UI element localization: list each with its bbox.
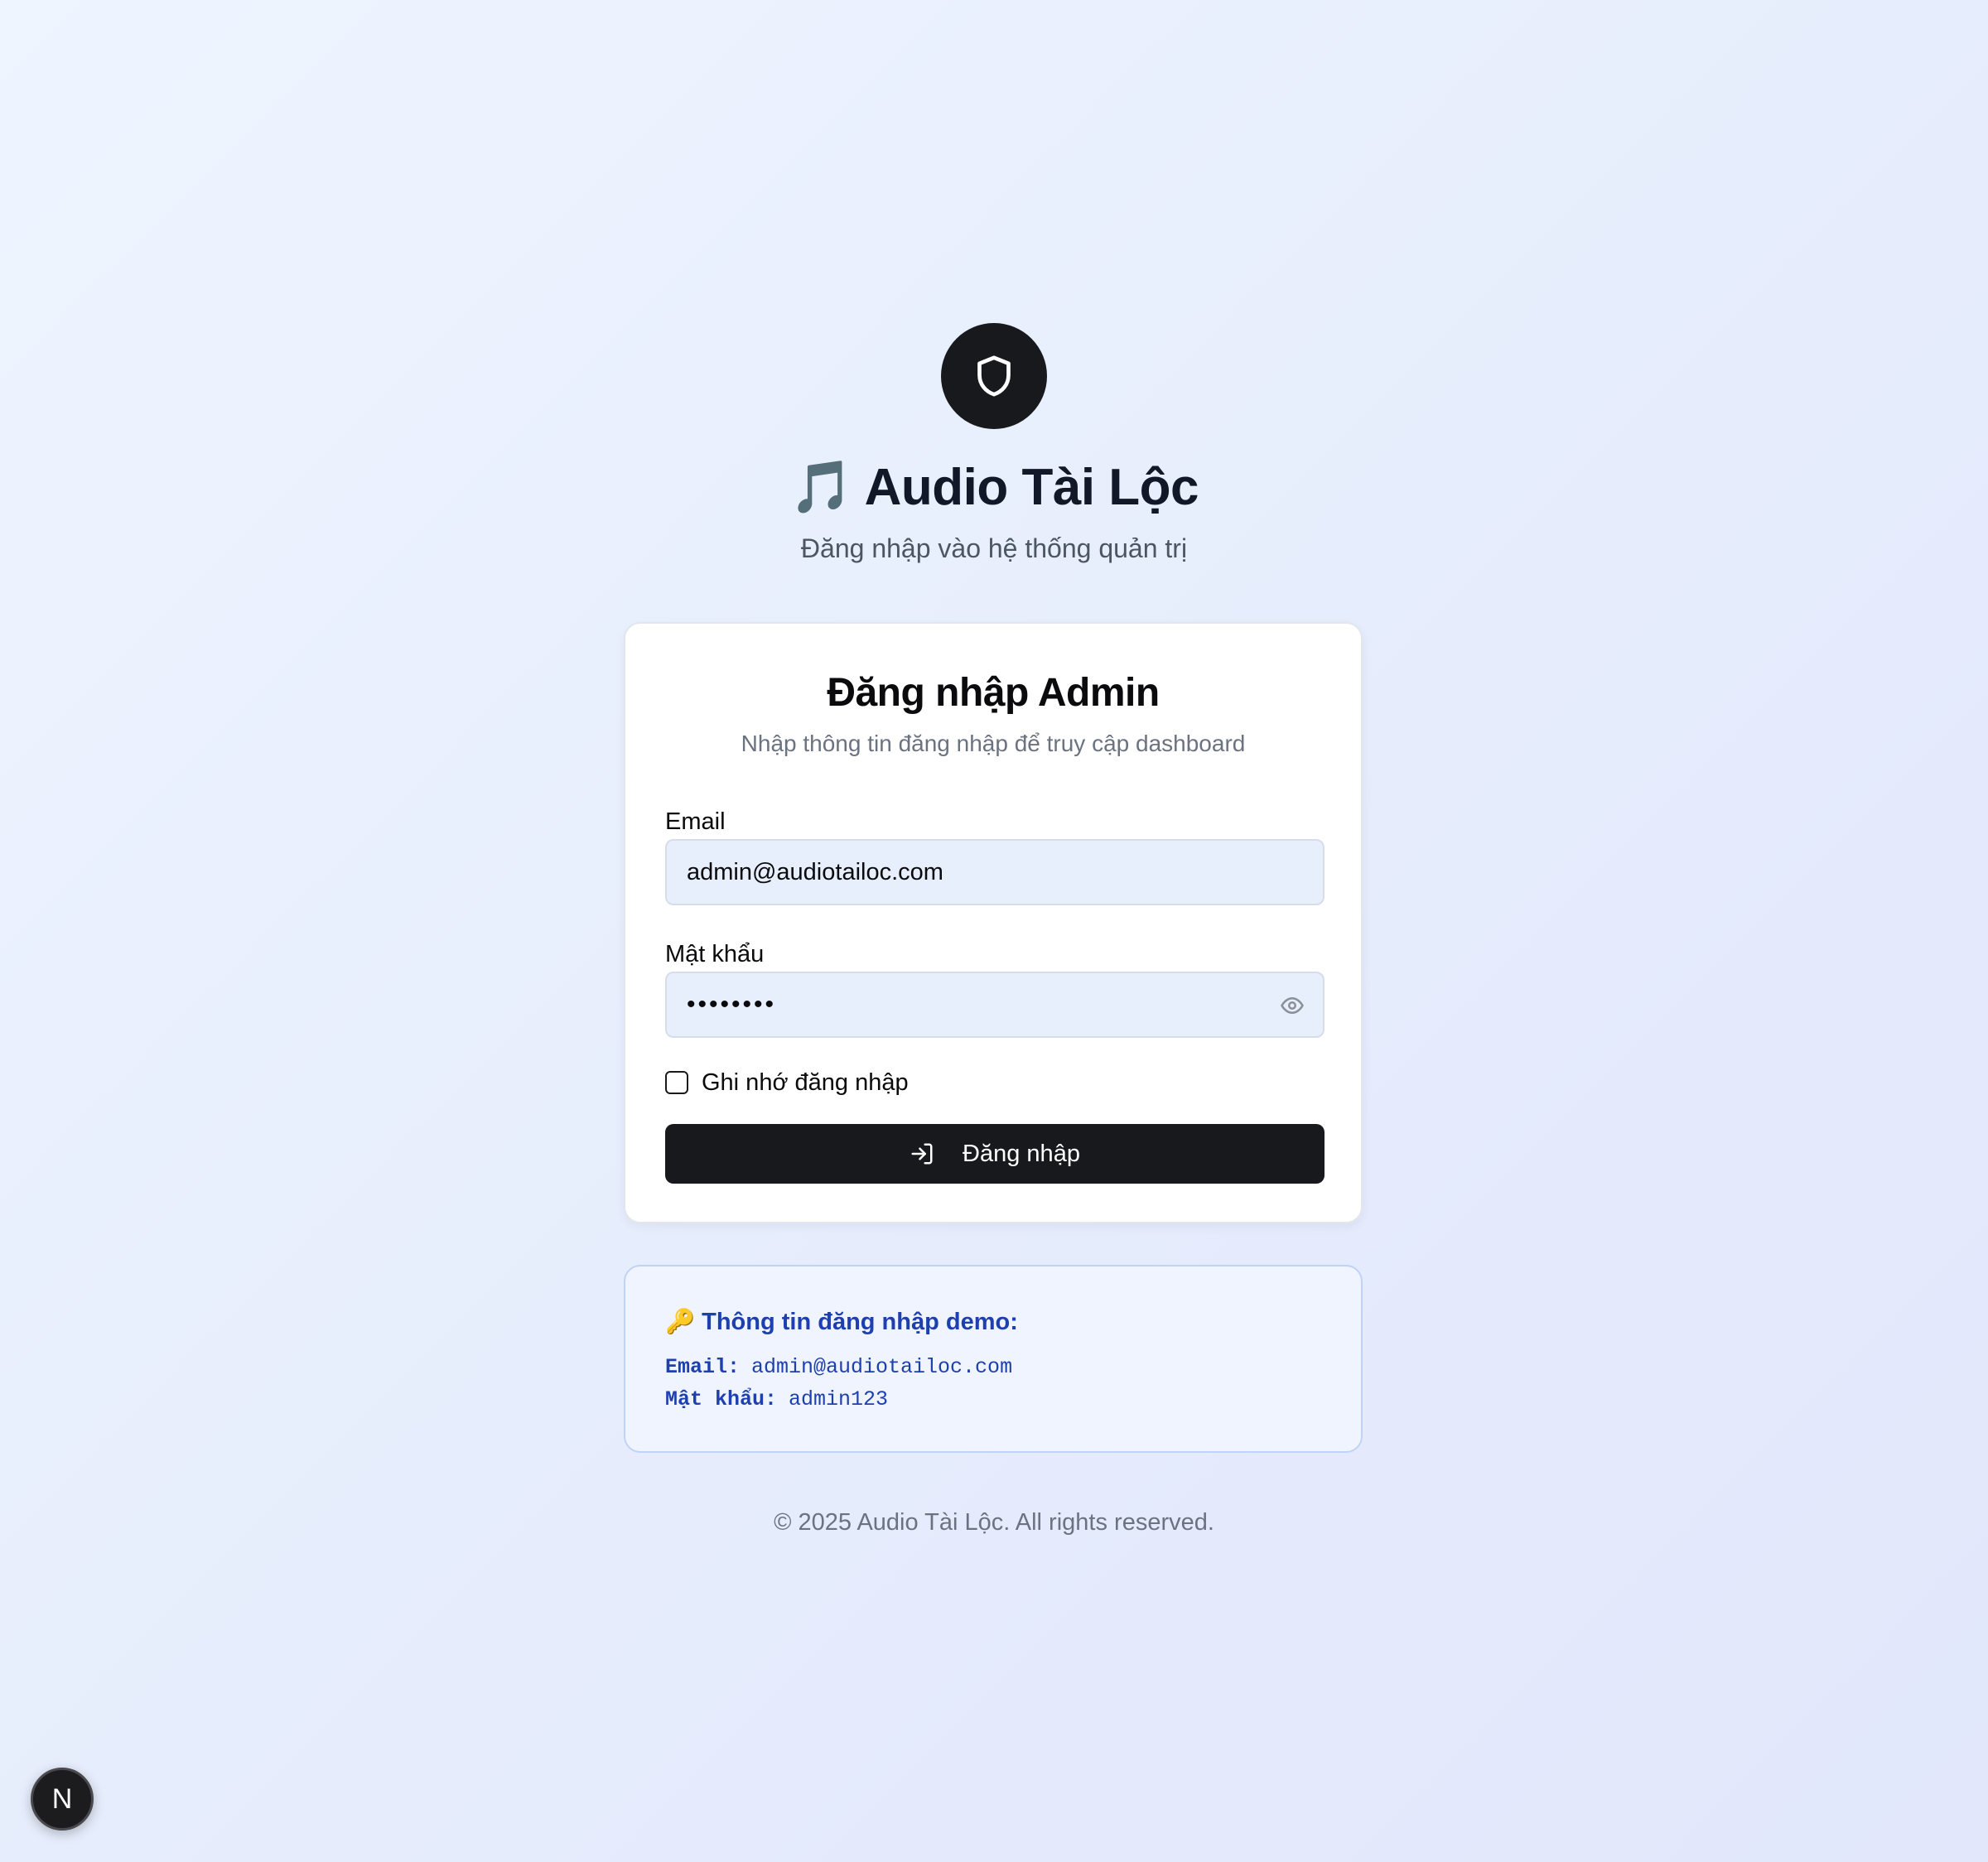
footer-copyright: © 2025 Audio Tài Lộc. All rights reserve…	[774, 1509, 1214, 1536]
demo-credentials-title: 🔑 Thông tin đăng nhập demo:	[665, 1305, 1018, 1339]
remember-me-row[interactable]: Ghi nhớ đăng nhập	[665, 1066, 909, 1099]
demo-email-value: admin@audiotailoc.com	[751, 1355, 1013, 1379]
login-page: 🎵 Audio Tài Lộc Đăng nhập vào hệ thống qu…	[0, 0, 1988, 1862]
demo-password-line: Mật khẩu: admin123	[665, 1385, 888, 1415]
password-field[interactable]: ••••••••	[665, 972, 1325, 1038]
music-note-icon: 🎵	[789, 456, 853, 517]
log-in-icon	[910, 1141, 934, 1166]
login-card: Đăng nhập Admin Nhập thông tin đăng nhập…	[624, 622, 1363, 1223]
login-card-description: Nhập thông tin đăng nhập để truy cập das…	[741, 731, 1246, 756]
app-title-text: Audio Tài Lộc	[864, 459, 1199, 516]
demo-title-text: Thông tin đăng nhập demo:	[702, 1309, 1018, 1335]
demo-password-key: Mật khẩu:	[665, 1387, 778, 1411]
password-masked-value: ••••••••	[687, 991, 777, 1018]
demo-password-value: admin123	[789, 1387, 889, 1411]
login-button-label: Đăng nhập	[963, 1140, 1080, 1167]
app-subtitle: Đăng nhập vào hệ thống quản trị	[800, 533, 1188, 563]
remember-me-label[interactable]: Ghi nhớ đăng nhập	[702, 1069, 909, 1097]
login-card-title: Đăng nhập Admin	[827, 671, 1160, 715]
demo-email-line: Email: admin@audiotailoc.com	[665, 1353, 1012, 1382]
logo-badge	[941, 323, 1047, 429]
key-icon: 🔑	[665, 1307, 696, 1335]
login-button[interactable]: Đăng nhập	[665, 1124, 1325, 1184]
remember-me-checkbox[interactable]	[665, 1071, 688, 1094]
password-label: Mật khẩu	[665, 941, 765, 967]
nextjs-dev-indicator-button[interactable]: N	[31, 1768, 94, 1831]
email-field[interactable]	[665, 839, 1325, 905]
eye-icon	[1281, 997, 1304, 1014]
app-title: 🎵 Audio Tài Lộc	[0, 454, 1988, 521]
toggle-password-visibility-button[interactable]	[1278, 991, 1306, 1020]
nextjs-logo-letter: N	[51, 1782, 73, 1815]
demo-credentials-box: 🔑 Thông tin đăng nhập demo: Email: admin@a…	[624, 1265, 1363, 1453]
email-label: Email	[665, 808, 726, 835]
shield-icon	[977, 355, 1011, 397]
demo-email-key: Email:	[665, 1355, 741, 1379]
